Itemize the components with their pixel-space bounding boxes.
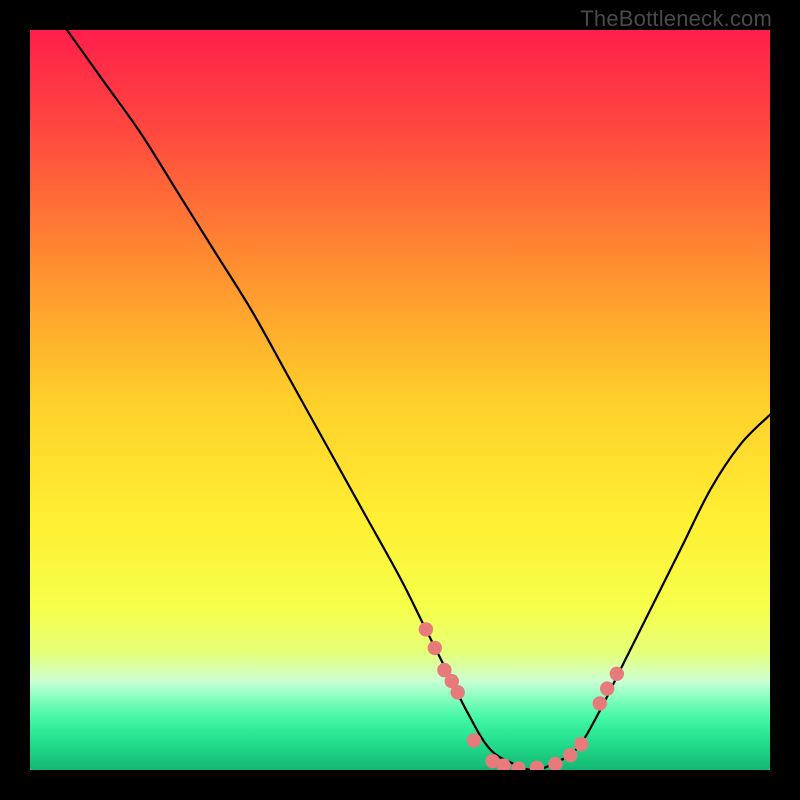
dot	[548, 757, 562, 770]
highlight-dots	[419, 622, 624, 770]
dot	[574, 737, 588, 751]
dot	[600, 681, 614, 695]
dot	[451, 685, 465, 699]
watermark-text: TheBottleneck.com	[580, 6, 772, 32]
dot	[563, 748, 577, 762]
dot	[428, 641, 442, 655]
dot	[610, 667, 624, 681]
dot	[530, 761, 544, 770]
dot	[419, 622, 433, 636]
plot-area	[30, 30, 770, 770]
chart-frame: TheBottleneck.com	[0, 0, 800, 800]
dot	[467, 733, 481, 747]
bottleneck-curve	[67, 30, 770, 770]
curve-layer	[30, 30, 770, 770]
dot	[593, 696, 607, 710]
